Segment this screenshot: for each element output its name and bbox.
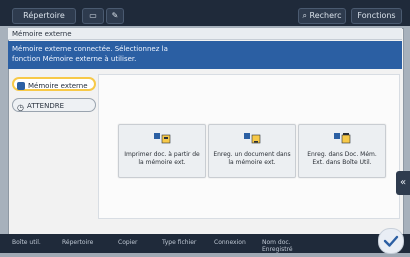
bottom-item-4: Type fichier <box>162 239 196 246</box>
box-tab[interactable]: ▭ <box>82 8 104 24</box>
description-bar: Mémoire externe connectée. Sélectionnez … <box>8 41 402 69</box>
check-icon <box>383 235 399 247</box>
bottom-item-3: Copier <box>118 239 138 246</box>
mode-label: Répertoire <box>23 11 65 20</box>
search-button[interactable]: ⌕ Recherc <box>298 8 346 24</box>
card-label: Imprimer doc. à partir de la mémoire ext… <box>124 151 200 166</box>
card-label: Enreg. un document dans la mémoire ext. <box>213 151 291 166</box>
print-from-external-memory-card[interactable]: Imprimer doc. à partir de la mémoire ext… <box>118 124 206 178</box>
mode-pill[interactable]: Répertoire <box>12 8 76 24</box>
clock-icon: ◷ <box>17 103 24 112</box>
usb-icon <box>17 82 25 90</box>
save-doc-in-user-box-card[interactable]: Enreg. dans Doc. Mém. Ext. dans Boîte Ut… <box>298 124 386 178</box>
attente-label: ATTENDRE <box>27 102 65 110</box>
fax-icon: ✎ <box>111 11 119 20</box>
card-label: Enreg. dans Doc. Mém. Ext. dans Boîte Ut… <box>307 151 377 166</box>
page-title: Mémoire externe <box>8 28 402 40</box>
bottom-item-5: Connexion <box>214 239 246 246</box>
bottom-item-1: Boîte util. <box>12 239 41 246</box>
search-label: Recherc <box>309 11 342 20</box>
top-bar: Répertoire ▭ ✎ ⌕ Recherc Fonctions <box>0 0 410 26</box>
fax-tab[interactable]: ✎ <box>106 8 124 24</box>
save-to-external-memory-card[interactable]: Enreg. un document dans la mémoire ext. <box>208 124 296 178</box>
print-doc-icon <box>154 133 171 144</box>
search-icon: ⌕ <box>302 11 307 20</box>
bottom-item-label: Boîte util. <box>12 239 41 246</box>
description-line1: Mémoire externe connectée. Sélectionnez … <box>12 45 168 53</box>
description-line2: fonction Mémoire externe à utiliser. <box>12 55 137 63</box>
save-doc-icon <box>244 133 261 144</box>
functions-button[interactable]: Fonctions <box>351 8 402 24</box>
save-to-box-icon <box>334 133 351 144</box>
double-chevron-left-icon: « <box>399 177 407 188</box>
bottom-item-label: Copier <box>118 239 138 246</box>
attente-mode[interactable]: ◷ ATTENDRE <box>12 98 96 112</box>
box-icon: ▭ <box>89 11 97 20</box>
bottom-item-label: Nom doc. <box>262 239 291 246</box>
app-frame: Répertoire ▭ ✎ ⌕ Recherc Fonctions Mémoi… <box>0 0 410 254</box>
bottom-item-6: Nom doc. Enregistré <box>262 239 293 253</box>
bottom-item-2: Répertoire <box>62 239 93 246</box>
external-memory-mode[interactable]: Mémoire externe <box>12 77 96 91</box>
external-memory-label: Mémoire externe <box>28 82 88 90</box>
bottom-item-label: Type fichier <box>162 239 197 246</box>
bottom-item-label-line2: Enregistré <box>262 246 293 253</box>
bottom-item-label: Connexion <box>214 239 246 246</box>
functions-label: Fonctions <box>357 11 396 20</box>
bottom-item-label: Répertoire <box>62 239 94 246</box>
side-scroll-tab[interactable]: « <box>396 171 410 195</box>
ok-button[interactable] <box>378 228 404 254</box>
